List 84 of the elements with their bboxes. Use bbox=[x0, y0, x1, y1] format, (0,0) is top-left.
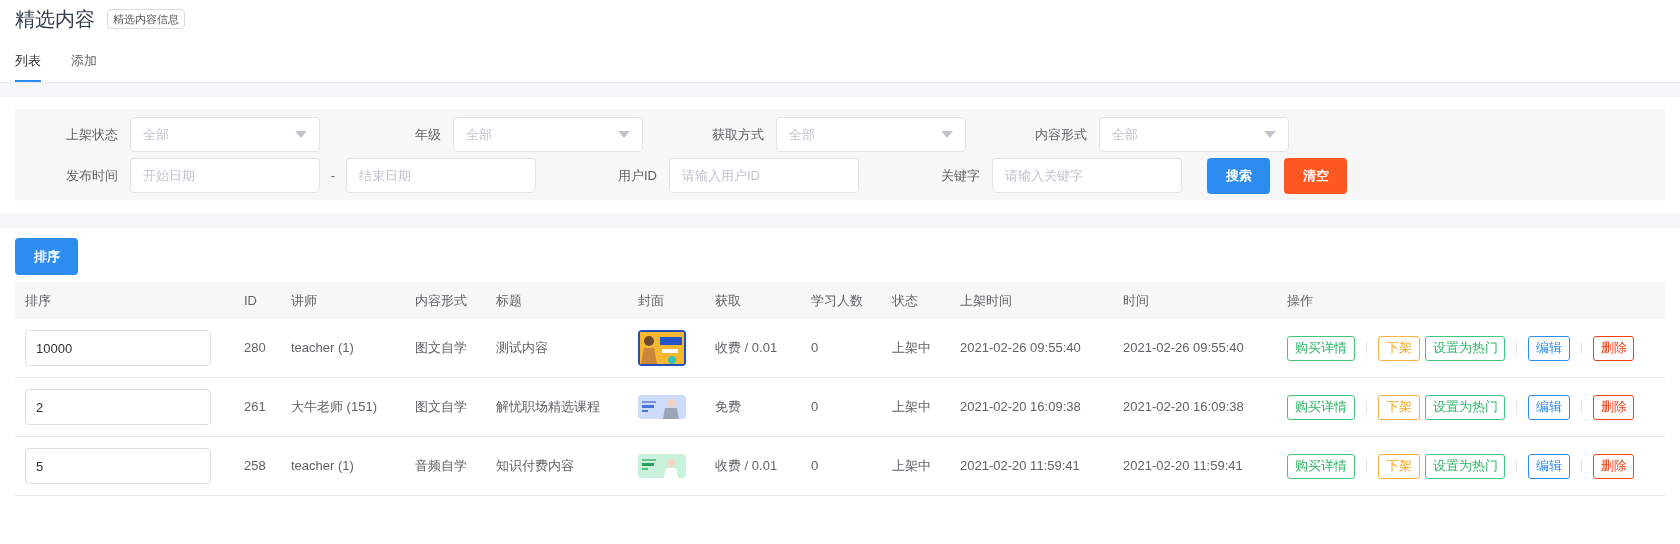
action-button[interactable]: 编辑 bbox=[1528, 394, 1570, 420]
table-cell: 收费 / 0.01 bbox=[715, 458, 778, 474]
table-cell: 知识付费内容 bbox=[496, 458, 574, 474]
tab[interactable]: 列表 bbox=[15, 50, 41, 82]
action-button[interactable]: 下架 bbox=[1378, 335, 1420, 361]
action-button[interactable]: 设置为热门 bbox=[1425, 453, 1505, 479]
filter-label: 内容形式 bbox=[1034, 125, 1088, 144]
table-cell: 2021-02-26 09:55:40 bbox=[1123, 340, 1244, 356]
action-button[interactable]: 购买详情 bbox=[1287, 453, 1355, 479]
range-separator: - bbox=[329, 166, 337, 185]
column-header: 排序 bbox=[24, 291, 52, 310]
tab[interactable]: 添加 bbox=[71, 50, 97, 82]
table-cell: 上架中 bbox=[892, 458, 931, 474]
table-cell: 261 bbox=[244, 399, 266, 415]
table-cell: 图文自学 bbox=[415, 340, 467, 356]
table-cell: 测试内容 bbox=[496, 340, 548, 356]
column-header: 标题 bbox=[495, 291, 523, 310]
table-cell: 2021-02-20 11:59:41 bbox=[1123, 458, 1243, 474]
caret-icon bbox=[295, 131, 307, 138]
select-field[interactable]: 全部 bbox=[776, 117, 966, 152]
text-field[interactable]: 请输入关键字 bbox=[992, 158, 1182, 193]
sort-order-field[interactable]: 10000 bbox=[25, 330, 211, 366]
page-title: 精选内容 bbox=[15, 7, 95, 32]
action-button[interactable]: 编辑 bbox=[1528, 335, 1570, 361]
table-cell: 2021-02-26 09:55:40 bbox=[960, 340, 1081, 356]
table-cell: teacher (1) bbox=[291, 458, 354, 474]
column-header: 学习人数 bbox=[810, 291, 864, 310]
table-cell: 0 bbox=[811, 458, 819, 474]
column-header: 讲师 bbox=[290, 291, 318, 310]
caret-icon bbox=[618, 131, 630, 138]
action-button[interactable]: 删除 bbox=[1593, 453, 1634, 479]
filter-label: 上架状态 bbox=[65, 125, 119, 144]
column-header: 操作 bbox=[1286, 291, 1314, 310]
filter-label: 关键字 bbox=[940, 166, 981, 185]
action-button[interactable]: 设置为热门 bbox=[1425, 394, 1505, 420]
action-button[interactable]: 购买详情 bbox=[1287, 335, 1355, 361]
table-cell: 免费 bbox=[715, 399, 741, 415]
action-button[interactable]: 设置为热门 bbox=[1425, 335, 1505, 361]
filter-button[interactable]: 清空 bbox=[1284, 157, 1347, 194]
table-cell: 2021-02-20 11:59:41 bbox=[960, 458, 1080, 474]
action-button[interactable]: 删除 bbox=[1593, 394, 1634, 420]
filter-label: 获取方式 bbox=[711, 125, 765, 144]
table-cell: 280 bbox=[244, 340, 266, 356]
column-header: ID bbox=[243, 291, 258, 310]
caret-icon bbox=[941, 131, 953, 138]
filter-label: 年级 bbox=[414, 125, 442, 144]
action-button[interactable]: 购买详情 bbox=[1287, 394, 1355, 420]
action-button[interactable]: 删除 bbox=[1593, 335, 1634, 361]
table-cell: 解忧职场精选课程 bbox=[496, 399, 600, 415]
table-cell: 上架中 bbox=[892, 340, 931, 356]
filter-button[interactable]: 搜索 bbox=[1207, 157, 1270, 194]
table-cell: 0 bbox=[811, 399, 819, 415]
column-header: 内容形式 bbox=[414, 291, 468, 310]
sort-order-field[interactable]: 2 bbox=[25, 389, 211, 425]
text-field[interactable]: 请输入用户ID bbox=[669, 158, 859, 193]
select-field[interactable]: 全部 bbox=[1099, 117, 1289, 152]
table-cell: 2021-02-20 16:09:38 bbox=[1123, 399, 1244, 415]
caret-icon bbox=[1264, 131, 1276, 138]
sort-button[interactable]: 排序 bbox=[15, 238, 78, 275]
table-cell: 音频自学 bbox=[415, 458, 467, 474]
column-header: 获取 bbox=[714, 291, 742, 310]
table-cell: 2021-02-20 16:09:38 bbox=[960, 399, 1081, 415]
select-field[interactable]: 全部 bbox=[130, 117, 320, 152]
table-cell: 258 bbox=[244, 458, 266, 474]
column-header: 上架时间 bbox=[959, 291, 1013, 310]
table-cell: 收费 / 0.01 bbox=[715, 340, 778, 356]
table-cell: 上架中 bbox=[892, 399, 931, 415]
filter-label: 用户ID bbox=[617, 166, 658, 185]
page-subtitle-tag: 精选内容信息 bbox=[107, 8, 185, 30]
column-header: 状态 bbox=[891, 291, 919, 310]
sort-order-field[interactable]: 5 bbox=[25, 448, 211, 484]
action-button[interactable]: 编辑 bbox=[1528, 453, 1570, 479]
column-header: 时间 bbox=[1122, 291, 1150, 310]
filter-label: 发布时间 bbox=[65, 166, 119, 185]
table-cell: teacher (1) bbox=[291, 340, 354, 356]
select-field[interactable]: 全部 bbox=[453, 117, 643, 152]
column-header: 封面 bbox=[637, 291, 665, 310]
action-button[interactable]: 下架 bbox=[1378, 453, 1420, 479]
table-cell: 图文自学 bbox=[415, 399, 467, 415]
table-cell: 大牛老师 (151) bbox=[291, 399, 377, 415]
table-cell: 0 bbox=[811, 340, 819, 356]
action-button[interactable]: 下架 bbox=[1378, 394, 1420, 420]
start-date-field[interactable]: 开始日期 bbox=[130, 158, 320, 193]
end-date-field[interactable]: 结束日期 bbox=[346, 158, 536, 193]
